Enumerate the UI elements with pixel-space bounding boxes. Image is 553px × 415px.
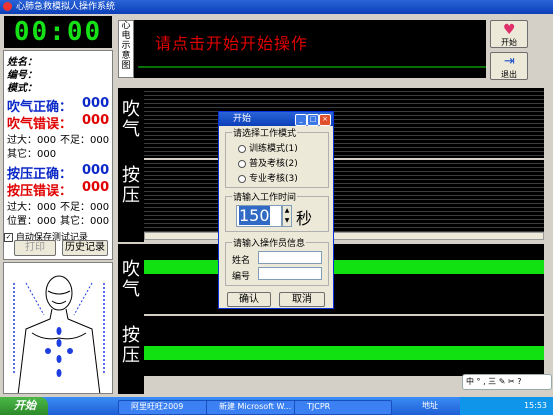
press-panel-label-2: 按压 bbox=[122, 325, 140, 366]
blow-correct-value: 000 bbox=[82, 96, 110, 111]
system-tray: 15:53 bbox=[460, 397, 553, 415]
operator-group-title: 请输入操作员信息 bbox=[232, 236, 307, 249]
mode-radio-basic[interactable]: 普及考核(2) bbox=[238, 156, 298, 169]
press-graph bbox=[144, 160, 544, 232]
lower-panel-sidebar: 吹气 按压 bbox=[118, 244, 144, 394]
blow-other: 其它：000 bbox=[7, 149, 57, 160]
exit-icon: ⇥ bbox=[504, 54, 515, 69]
blow-panel-label-2: 吹气 bbox=[122, 259, 140, 300]
window-title: 心肺急救模拟人操作系统 bbox=[16, 2, 116, 12]
print-button[interactable]: 打印 bbox=[14, 240, 56, 256]
blow-graph bbox=[144, 88, 544, 158]
radio-icon bbox=[238, 144, 246, 153]
press-wrong-value: 000 bbox=[82, 180, 110, 195]
task-word[interactable]: 新建 Microsoft W... bbox=[206, 400, 304, 415]
exit-button[interactable]: ⇥ 退出 bbox=[490, 52, 528, 80]
mode-radio-pro-label: 专业考核(3) bbox=[249, 174, 298, 184]
heart-icon: ♥ bbox=[503, 22, 516, 38]
press-other: 其它：000 bbox=[60, 216, 110, 227]
blow-graph-2 bbox=[144, 244, 544, 314]
autosave-checkbox[interactable]: ✓ bbox=[4, 233, 13, 242]
maximize-icon[interactable]: □ bbox=[307, 114, 319, 126]
mode-radio-training[interactable]: 训练模式(1) bbox=[238, 141, 298, 154]
operator-group: 请输入操作员信息 姓名 编号 bbox=[225, 236, 329, 286]
time-unit: 秒 bbox=[296, 209, 313, 228]
operator-id-input[interactable] bbox=[258, 267, 322, 280]
press-graph-2-band bbox=[144, 346, 544, 360]
blow-panel-label: 吹气 bbox=[122, 99, 140, 140]
app-icon bbox=[3, 2, 12, 11]
radio-icon bbox=[238, 174, 246, 183]
mode-group: 请选择工作模式 训练模式(1) 普及考核(2) 专业考核(3) bbox=[225, 126, 329, 188]
time-input-value: 150 bbox=[239, 206, 270, 225]
exit-button-label: 退出 bbox=[501, 70, 517, 79]
start-button[interactable]: ♥ 开始 bbox=[490, 20, 528, 48]
time-input[interactable]: 150 bbox=[236, 205, 282, 227]
time-spinner[interactable]: ▲ ▼ bbox=[282, 205, 292, 227]
press-graph-2 bbox=[144, 316, 544, 376]
time-group-title: 请输入工作时间 bbox=[232, 190, 298, 203]
press-panel-label: 按压 bbox=[122, 165, 140, 206]
ecg-message: 请点击开始开始操作 bbox=[155, 34, 309, 53]
blow-wrong-value: 000 bbox=[82, 113, 110, 128]
blow-wrong-label: 吹气错误： bbox=[7, 117, 73, 132]
history-button[interactable]: 历史记录 bbox=[62, 240, 108, 256]
blow-too-small: 不足：000 bbox=[60, 135, 110, 146]
press-wrong-label: 按压错误： bbox=[7, 184, 73, 199]
operator-name-label: 姓名 bbox=[232, 256, 251, 266]
operator-id-label: 编号 bbox=[232, 272, 251, 282]
ime-toolbar[interactable]: 中 ° , 三 ✎ ✂ ? bbox=[462, 374, 552, 390]
radio-icon bbox=[238, 159, 246, 168]
start-dialog: 开始 _ □ × 请选择工作模式 训练模式(1) 普及考核(2) 专业考核(3)… bbox=[218, 111, 334, 309]
minimize-icon[interactable]: _ bbox=[295, 114, 307, 126]
address-label: 地址 bbox=[422, 401, 438, 410]
info-panel: 姓名： 编号： 模式： 吹气正确： 000 吹气错误： 000 过大：000 不… bbox=[3, 50, 113, 260]
ime-text: 中 ° , 三 ✎ ✂ ? bbox=[466, 377, 522, 386]
close-icon[interactable]: × bbox=[319, 114, 331, 126]
task-tjcpr[interactable]: TJCPR bbox=[294, 400, 392, 415]
press-position: 位置：000 bbox=[7, 216, 57, 227]
timer-display: 00:00 bbox=[4, 16, 112, 48]
mode-radio-pro[interactable]: 专业考核(3) bbox=[238, 171, 298, 184]
upper-scrollbar[interactable] bbox=[144, 232, 544, 240]
mode-radio-basic-label: 普及考核(2) bbox=[249, 159, 298, 169]
task-aliwangwang[interactable]: 阿里旺旺2009 bbox=[118, 400, 216, 415]
press-correct-value: 000 bbox=[82, 163, 110, 178]
dialog-titlebar: 开始 _ □ × bbox=[219, 112, 333, 126]
time-group: 请输入工作时间 150 ▲ ▼ 秒 bbox=[225, 190, 329, 232]
ok-button[interactable]: 确认 bbox=[227, 292, 271, 307]
start-menu-button[interactable]: 开始 bbox=[0, 397, 48, 415]
clock: 15:53 bbox=[523, 401, 547, 410]
mode-radio-training-label: 训练模式(1) bbox=[249, 144, 298, 154]
body-figure-svg bbox=[13, 275, 105, 393]
blow-graph-2-band bbox=[144, 260, 544, 274]
ecg-side-label: 心电示意图 bbox=[118, 20, 134, 78]
mode-group-title: 请选择工作模式 bbox=[232, 126, 298, 139]
blow-too-big: 过大：000 bbox=[7, 135, 57, 146]
window-titlebar: 心肺急救模拟人操作系统 bbox=[0, 0, 553, 14]
mode-label: 模式： bbox=[7, 83, 37, 94]
start-button-label: 开始 bbox=[501, 38, 517, 47]
upper-panel-sidebar: 吹气 按压 bbox=[118, 88, 144, 242]
cancel-button[interactable]: 取消 bbox=[279, 292, 325, 307]
operator-name-input[interactable] bbox=[258, 251, 322, 264]
dialog-title: 开始 bbox=[233, 114, 252, 124]
press-too-big: 过大：000 bbox=[7, 202, 57, 213]
press-too-small: 不足：000 bbox=[60, 202, 110, 213]
body-diagram bbox=[3, 262, 113, 394]
